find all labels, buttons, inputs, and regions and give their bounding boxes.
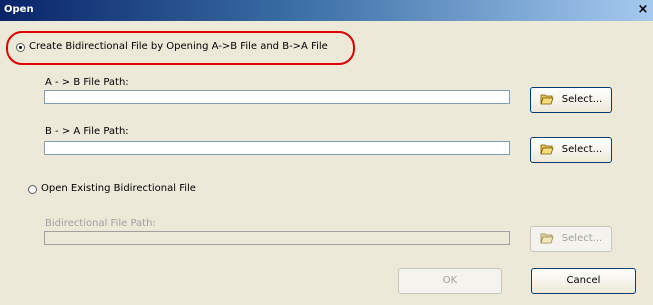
bidirectional-select-label: Select...	[561, 233, 603, 244]
bidirectional-path-field[interactable]	[44, 231, 510, 245]
open-existing-label[interactable]: Open Existing Bidirectional File	[41, 183, 196, 194]
ok-button[interactable]: OK	[398, 268, 502, 294]
close-icon[interactable]: ×	[636, 3, 650, 17]
ba-select-label: Select...	[561, 144, 603, 155]
bidirectional-path-label: Bidirectional File Path:	[45, 218, 156, 229]
open-existing-radio[interactable]	[28, 185, 37, 194]
window-title: Open	[4, 4, 34, 15]
ab-path-field[interactable]	[44, 90, 510, 104]
ba-path-field[interactable]	[44, 141, 510, 155]
folder-open-icon	[540, 144, 554, 155]
open-dialog: Open × Create Bidirectional File by Open…	[0, 0, 653, 305]
ab-select-button[interactable]: Select...	[530, 87, 612, 113]
ba-path-label: B - > A File Path:	[45, 126, 129, 137]
folder-open-icon	[540, 94, 554, 105]
ab-path-label: A - > B File Path:	[45, 77, 129, 88]
create-bidirectional-radio[interactable]	[16, 43, 25, 52]
cancel-button[interactable]: Cancel	[531, 268, 636, 294]
create-bidirectional-label[interactable]: Create Bidirectional File by Opening A->…	[29, 41, 328, 52]
folder-open-icon	[540, 233, 554, 244]
title-bar: Open ×	[0, 0, 653, 21]
bidirectional-select-button[interactable]: Select...	[530, 226, 612, 252]
ba-select-button[interactable]: Select...	[530, 137, 612, 163]
ab-select-label: Select...	[561, 94, 603, 105]
